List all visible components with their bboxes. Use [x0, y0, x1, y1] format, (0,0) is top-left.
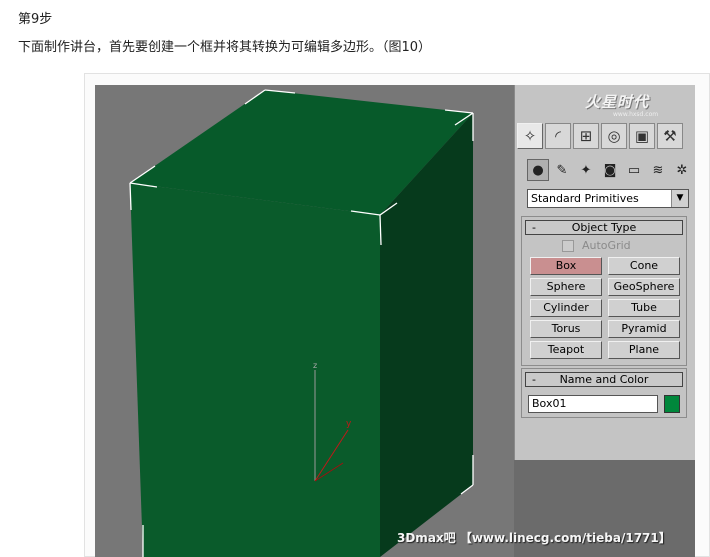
- box-render: [129, 89, 474, 557]
- step-title: 第9步: [18, 12, 53, 27]
- cameras-icon[interactable]: ◙: [599, 159, 621, 181]
- chevron-down-icon[interactable]: ▼: [671, 190, 688, 207]
- command-tabs: ✧ ◜ ⊞ ◎ ▣ ⚒: [517, 123, 683, 153]
- command-panel: 火星时代 www.hxsd.com ✧ ◜ ⊞ ◎ ▣ ⚒ ● ✎ ✦ ◙ ▭ …: [514, 85, 695, 460]
- box-button[interactable]: Box: [530, 257, 602, 275]
- name-color-header[interactable]: - Name and Color: [525, 372, 683, 387]
- autogrid-checkbox[interactable]: AutoGrid: [562, 239, 631, 252]
- cone-button[interactable]: Cone: [608, 257, 680, 275]
- hierarchy-icon: ⊞: [579, 127, 593, 145]
- tube-button[interactable]: Tube: [608, 299, 680, 317]
- name-color-rollout: - Name and Color Box01: [521, 368, 687, 418]
- helpers-icon[interactable]: ▭: [623, 159, 645, 181]
- sphere-button[interactable]: Sphere: [530, 278, 602, 296]
- dropdown-value: Standard Primitives: [531, 192, 639, 205]
- object-type-title: Object Type: [571, 221, 637, 234]
- utilities-tab[interactable]: ⚒: [657, 123, 683, 149]
- modify-tab[interactable]: ◜: [545, 123, 571, 149]
- autogrid-label: AutoGrid: [582, 239, 631, 252]
- curve-icon: ◜: [555, 127, 561, 145]
- object-type-header[interactable]: - Object Type: [525, 220, 683, 235]
- display-icon: ▣: [634, 127, 650, 145]
- create-tab[interactable]: ✧: [517, 123, 543, 149]
- object-type-rollout: - Object Type AutoGrid Box Cone Sphere G…: [521, 216, 687, 366]
- 3dsmax-screenshot: z y 火星时代 www.hxsd.com ✧ ◜ ⊞ ◎ ▣ ⚒ ● ✎ ✦ …: [95, 85, 695, 557]
- subcategory-icons: ● ✎ ✦ ◙ ▭ ≋ ✲: [527, 159, 693, 181]
- hammer-icon: ⚒: [663, 127, 677, 145]
- axis-z-label: z: [313, 361, 318, 370]
- name-color-title: Name and Color: [559, 373, 649, 386]
- hierarchy-tab[interactable]: ⊞: [573, 123, 599, 149]
- pyramid-button[interactable]: Pyramid: [608, 320, 680, 338]
- geometry-icon[interactable]: ●: [527, 159, 549, 181]
- box-front-face: [130, 183, 380, 557]
- motion-icon: ◎: [607, 127, 621, 145]
- spacewarps-icon[interactable]: ≋: [647, 159, 669, 181]
- motion-tab[interactable]: ◎: [601, 123, 627, 149]
- axis-y-label: y: [346, 419, 352, 429]
- wand-icon: ✧: [523, 127, 537, 145]
- watermark: 3Dmax吧 【www.linecg.com/tieba/1771】: [397, 531, 671, 545]
- collapse-icon: -: [532, 221, 536, 234]
- category-dropdown[interactable]: Standard Primitives ▼: [527, 189, 689, 208]
- systems-icon[interactable]: ✲: [671, 159, 693, 181]
- shapes-icon[interactable]: ✎: [551, 159, 573, 181]
- cylinder-button[interactable]: Cylinder: [530, 299, 602, 317]
- lights-icon[interactable]: ✦: [575, 159, 597, 181]
- collapse-icon: -: [532, 373, 536, 386]
- teapot-button[interactable]: Teapot: [530, 341, 602, 359]
- perspective-viewport[interactable]: z y: [95, 85, 515, 557]
- object-color-swatch[interactable]: [664, 395, 680, 413]
- plane-button[interactable]: Plane: [608, 341, 680, 359]
- hxsd-logo: 火星时代: [585, 93, 650, 111]
- hxsd-logo-sub: www.hxsd.com: [613, 111, 659, 118]
- geosphere-button[interactable]: GeoSphere: [608, 278, 680, 296]
- torus-button[interactable]: Torus: [530, 320, 602, 338]
- step-description: 下面制作讲台，首先要创建一个框并将其转换为可编辑多边形。（图10）: [18, 40, 432, 55]
- autogrid-box[interactable]: [562, 239, 574, 252]
- display-tab[interactable]: ▣: [629, 123, 655, 149]
- object-name-field[interactable]: Box01: [528, 395, 658, 413]
